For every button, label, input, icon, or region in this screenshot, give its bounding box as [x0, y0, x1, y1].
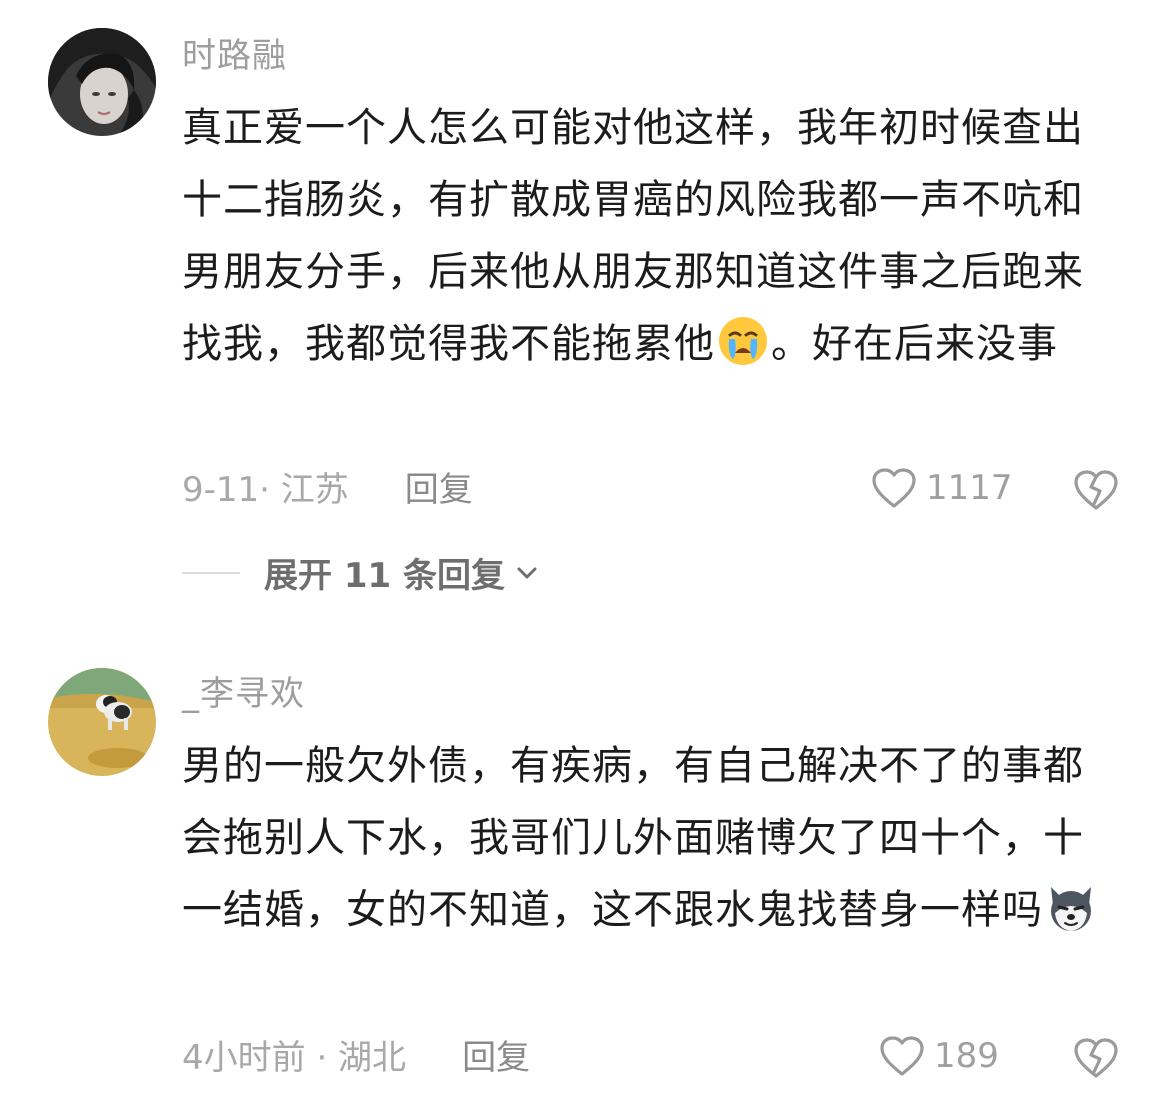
comment-meta: 4小时前 · 湖北 回复 [182, 1036, 530, 1080]
dislike-button[interactable] [1072, 466, 1120, 514]
comment-text-part: 。好在后来没事 [771, 321, 1058, 367]
crying-face-icon [717, 315, 769, 367]
date-location: 4小时前 · 湖北 [182, 1038, 407, 1078]
avatar[interactable] [48, 28, 156, 136]
expand-replies-row: 展开 11 条回复 [182, 548, 541, 597]
comment-text-part: 男的一般欠外债，有疾病，有自己解决不了的事都会拖别人下水，我哥们儿外面赌博欠了四… [182, 743, 1084, 933]
reply-button[interactable]: 回复 [405, 468, 473, 512]
expand-replies-button[interactable]: 展开 11 条回复 [264, 548, 541, 597]
comment-text: 真正爱一个人怎么可能对他这样，我年初时候查出十二指肠炎，有扩散成胃癌的风险我都一… [182, 92, 1112, 380]
comment-text: 男的一般欠外债，有疾病，有自己解决不了的事都会拖别人下水，我哥们儿外面赌博欠了四… [182, 730, 1112, 946]
date-location: 9-11· 江苏 [182, 470, 349, 510]
heart-icon [872, 468, 916, 508]
husky-face-icon [1045, 881, 1097, 933]
username[interactable]: 时路融 [182, 36, 287, 76]
chevron-down-icon [517, 567, 537, 578]
username[interactable]: _李寻欢 [182, 674, 305, 714]
expand-replies-label: 展开 11 条回复 [264, 556, 505, 596]
comment-meta: 9-11· 江苏 回复 [182, 468, 473, 512]
divider-line [182, 571, 240, 574]
heart-icon [880, 1036, 924, 1076]
reply-button[interactable]: 回复 [462, 1036, 530, 1080]
avatar[interactable] [48, 668, 156, 776]
like-count: 1117 [926, 468, 1013, 508]
comment-list: 时路融 真正爱一个人怎么可能对他这样，我年初时候查出十二指肠炎，有扩散成胃癌的风… [0, 0, 1170, 1111]
broken-heart-icon [1074, 1038, 1118, 1078]
like-button[interactable]: 1117 [870, 466, 1013, 510]
broken-heart-icon [1074, 470, 1118, 510]
like-count: 189 [934, 1036, 999, 1076]
dislike-button[interactable] [1072, 1034, 1120, 1082]
like-button[interactable]: 189 [878, 1034, 999, 1078]
